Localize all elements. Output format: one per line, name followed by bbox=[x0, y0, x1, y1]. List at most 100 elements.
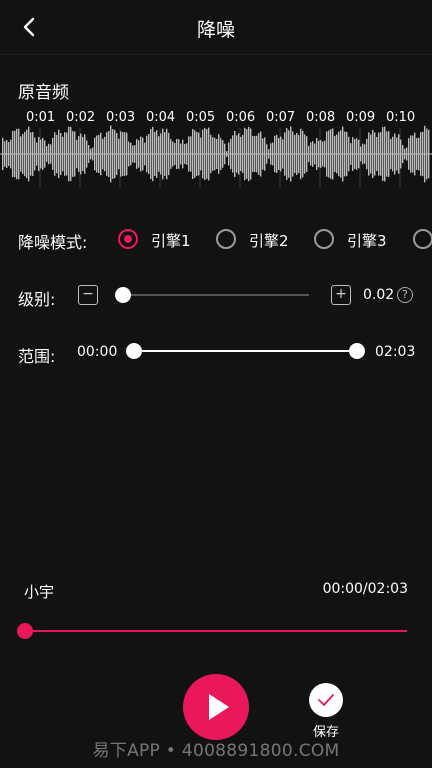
waveform-bar bbox=[216, 139, 218, 169]
waveform-bar bbox=[328, 130, 330, 178]
waveform-bar bbox=[104, 136, 106, 172]
waveform-bar bbox=[314, 143, 316, 165]
header: 降噪 bbox=[0, 0, 432, 55]
waveform-bar bbox=[330, 129, 332, 179]
waveform-bar bbox=[16, 128, 18, 180]
waveform-bar bbox=[98, 135, 100, 173]
watermark-text: 易下APP • 4008891800.COM bbox=[92, 741, 340, 761]
waveform-bar bbox=[44, 140, 46, 168]
waveform-bar bbox=[154, 131, 156, 177]
level-increase-button[interactable]: + bbox=[331, 285, 351, 305]
waveform-bar bbox=[304, 134, 306, 174]
radio-engine-4[interactable] bbox=[413, 229, 432, 249]
waveform-bar bbox=[106, 132, 108, 176]
waveform-bar bbox=[148, 133, 150, 175]
waveform-bar bbox=[20, 136, 22, 172]
waveform-bar bbox=[382, 127, 384, 181]
waveform-bar bbox=[66, 132, 68, 176]
waveform-bar bbox=[118, 138, 120, 170]
waveform-bar bbox=[228, 142, 230, 166]
radio-engine-2[interactable] bbox=[216, 229, 236, 249]
save-button[interactable]: 保存 bbox=[306, 683, 346, 740]
waveform-bar bbox=[42, 138, 44, 170]
waveform-view[interactable]: 0:01 0:02 0:03 0:04 0:05 0:06 0:07 0:08 … bbox=[0, 108, 432, 188]
waveform-bar bbox=[176, 138, 178, 170]
radio-engine-1[interactable] bbox=[118, 229, 138, 249]
waveform-bar bbox=[134, 145, 136, 163]
waveform-bar bbox=[196, 131, 198, 177]
waveform-bar bbox=[80, 133, 82, 175]
radio-engine-3[interactable] bbox=[314, 229, 334, 249]
range-end-thumb[interactable] bbox=[349, 343, 365, 359]
playback-progress-thumb[interactable] bbox=[17, 623, 33, 639]
range-slider-track[interactable] bbox=[134, 350, 357, 352]
waveform-bar bbox=[120, 131, 122, 177]
waveform-bar bbox=[126, 132, 128, 176]
waveform-bar bbox=[344, 131, 346, 177]
waveform-bar bbox=[316, 137, 318, 171]
waveform-bar bbox=[214, 137, 216, 171]
waveform-bar bbox=[24, 131, 26, 177]
range-start-thumb[interactable] bbox=[126, 343, 142, 359]
playback-progress-track[interactable] bbox=[25, 630, 407, 632]
waveform-bar bbox=[270, 143, 272, 165]
level-slider-track[interactable] bbox=[123, 294, 309, 296]
save-circle bbox=[309, 683, 343, 717]
waveform-bar bbox=[92, 147, 94, 161]
waveform-bar bbox=[238, 133, 240, 175]
waveform-bar bbox=[398, 134, 400, 174]
tick-label: 0:04 bbox=[146, 110, 176, 125]
waveform-bar bbox=[88, 145, 90, 163]
waveform-bar bbox=[4, 141, 6, 167]
tick-label: 0:10 bbox=[386, 110, 416, 125]
waveform-bar bbox=[76, 139, 78, 169]
tick-label: 0:06 bbox=[226, 110, 256, 125]
waveform-bar bbox=[318, 140, 320, 168]
level-slider-thumb[interactable] bbox=[115, 287, 131, 303]
waveform-bar bbox=[380, 132, 382, 176]
help-icon[interactable]: ? bbox=[397, 287, 413, 303]
radio-engine-2-label[interactable]: 引擎2 bbox=[249, 230, 289, 251]
waveform-bar bbox=[386, 131, 388, 177]
waveform-bar bbox=[286, 128, 288, 180]
waveform-bar bbox=[174, 143, 176, 165]
waveform-bar bbox=[220, 138, 222, 170]
tick-label: 0:02 bbox=[66, 110, 96, 125]
waveform-bar bbox=[96, 135, 98, 173]
waveform-bar bbox=[422, 131, 424, 177]
waveform-bar bbox=[322, 141, 324, 167]
waveform-bar bbox=[132, 145, 134, 163]
waveform-bar bbox=[12, 130, 14, 178]
waveform-bar bbox=[288, 130, 290, 178]
waveform-bar bbox=[418, 137, 420, 171]
waveform-bar bbox=[334, 135, 336, 173]
waveform-bar bbox=[142, 137, 144, 171]
waveform-bar bbox=[194, 130, 196, 178]
waveform-bar bbox=[54, 132, 56, 176]
waveform-bar bbox=[402, 144, 404, 164]
waveform-bar bbox=[404, 148, 406, 160]
play-button[interactable] bbox=[183, 674, 249, 740]
waveform-bar bbox=[94, 137, 96, 171]
level-decrease-button[interactable]: − bbox=[78, 285, 98, 305]
waveform-bar bbox=[370, 134, 372, 174]
waveform-bar bbox=[52, 137, 54, 171]
waveform-bar bbox=[248, 126, 250, 182]
waveform-bar bbox=[362, 143, 364, 165]
waveform-bar bbox=[116, 132, 118, 176]
radio-engine-1-label[interactable]: 引擎1 bbox=[151, 230, 191, 251]
waveform-bar bbox=[250, 128, 252, 180]
waveform-bar bbox=[48, 143, 50, 165]
waveform-bar bbox=[58, 129, 60, 179]
waveform-bar bbox=[14, 130, 16, 178]
waveform-bar bbox=[326, 131, 328, 177]
waveform-bar bbox=[426, 128, 428, 180]
radio-engine-3-label[interactable]: 引擎3 bbox=[347, 230, 387, 251]
waveform-bar bbox=[384, 126, 386, 182]
waveform-bar bbox=[428, 129, 430, 179]
waveform-bar bbox=[252, 135, 254, 173]
song-name: 小宇 bbox=[24, 583, 55, 601]
waveform-bar bbox=[108, 131, 110, 177]
waveform-bar bbox=[184, 144, 186, 164]
waveform-bar bbox=[352, 137, 354, 171]
